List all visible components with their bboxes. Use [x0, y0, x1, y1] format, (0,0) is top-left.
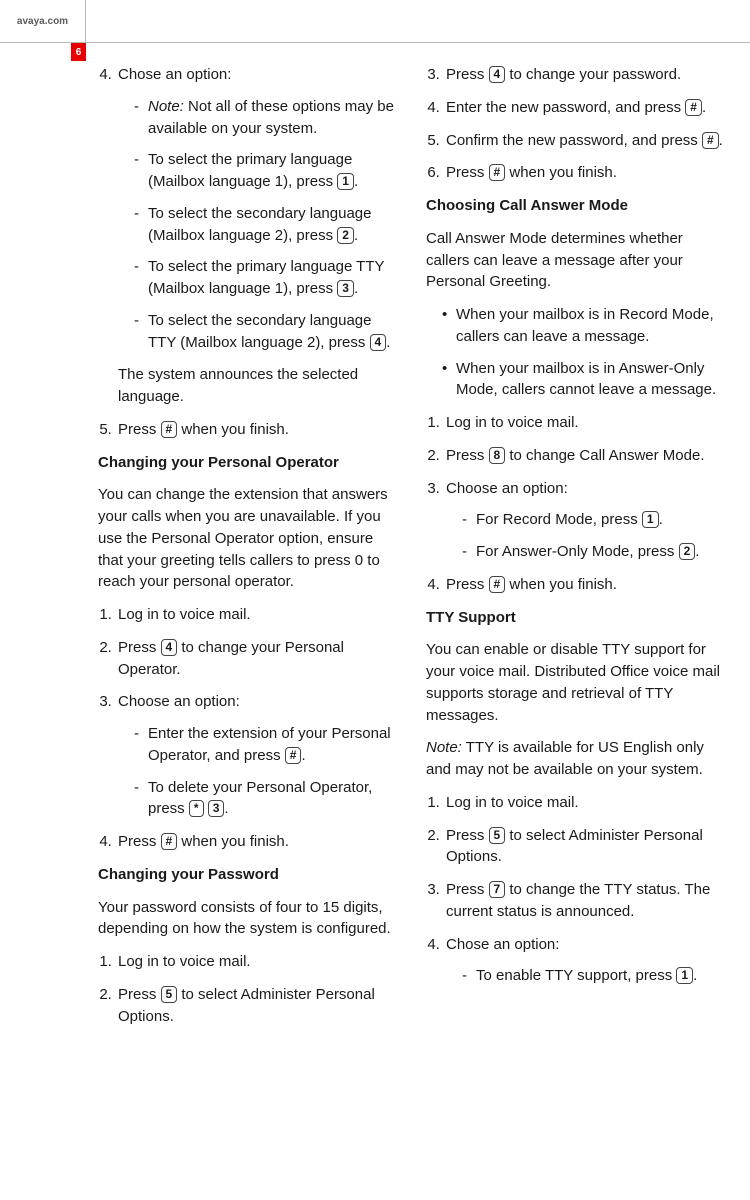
header-site-cell: avaya.com	[0, 0, 86, 43]
content-area: Chose an option: Note: Not all of these …	[0, 64, 750, 1184]
key-5-icon: 5	[489, 827, 506, 844]
key-5-icon: 5	[161, 986, 178, 1003]
tt-step-2: Press 5 to select Administer Personal Op…	[444, 825, 730, 869]
page-number: 6	[76, 47, 82, 58]
key-hash-icon: #	[489, 164, 506, 181]
ca-step-2: Press 8 to change Call Answer Mode.	[444, 445, 730, 467]
call-answer-desc: Call Answer Mode determines whether call…	[426, 228, 730, 293]
po-opt-enter-ext: Enter the extension of your Personal Ope…	[134, 723, 402, 767]
step-4-after: The system announces the selected langua…	[118, 364, 402, 408]
key-hash-icon: #	[702, 132, 719, 149]
key-hash-icon: #	[489, 576, 506, 593]
key-4-icon: 4	[161, 639, 178, 656]
key-8-icon: 8	[489, 447, 506, 464]
heading-personal-operator: Changing your Personal Operator	[98, 452, 402, 474]
password-desc: Your password consists of four to 15 dig…	[98, 897, 402, 941]
ca-step-4: Press # when you finish.	[444, 574, 730, 596]
key-3-icon: 3	[337, 280, 354, 297]
key-7-icon: 7	[489, 881, 506, 898]
heading-call-answer: Choosing Call Answer Mode	[426, 195, 730, 217]
manual-page: avaya.com 6 Chose an option: Note: Not a…	[0, 0, 750, 1200]
page-header: avaya.com	[0, 0, 750, 43]
note-body: TTY is available for US English only and…	[426, 739, 704, 778]
tt-opt-enable: To enable TTY support, press 1.	[462, 965, 730, 987]
tt-step-1: Log in to voice mail.	[444, 792, 730, 814]
po-step-4: Press # when you finish.	[116, 831, 402, 853]
opt-primary-tty: To select the primary language TTY (Mail…	[134, 256, 402, 300]
pw-step-1: Log in to voice mail.	[116, 951, 402, 973]
note-body: Not all of these options may be availabl…	[148, 98, 394, 137]
tty-steps: Log in to voice mail. Press 5 to select …	[426, 792, 730, 987]
key-1-icon: 1	[642, 511, 659, 528]
ca-bullet-record: When your mailbox is in Record Mode, cal…	[442, 304, 730, 348]
po-step-3-options: Enter the extension of your Personal Ope…	[118, 723, 402, 820]
key-hash-icon: #	[161, 421, 178, 438]
step-4-note: Note: Not all of these options may be av…	[134, 96, 402, 140]
pw-step-3: Press 4 to change your password.	[444, 64, 730, 86]
site-label: avaya.com	[17, 16, 68, 27]
column-left: Chose an option: Note: Not all of these …	[98, 64, 402, 1184]
call-answer-bullets: When your mailbox is in Record Mode, cal…	[426, 304, 730, 401]
ca-bullet-answeronly: When your mailbox is in Answer-Only Mode…	[442, 358, 730, 402]
key-star-icon: *	[189, 800, 204, 817]
page-number-badge: 6	[71, 43, 86, 61]
key-hash-icon: #	[685, 99, 702, 116]
ca-opt-record: For Record Mode, press 1.	[462, 509, 730, 531]
step-4: Chose an option: Note: Not all of these …	[116, 64, 402, 408]
step-4-lead: Chose an option:	[118, 66, 231, 83]
po-step-3: Choose an option: Enter the extension of…	[116, 691, 402, 820]
ca-step-3-options: For Record Mode, press 1. For Answer-Onl…	[446, 509, 730, 563]
ca-opt-answeronly: For Answer-Only Mode, press 2.	[462, 541, 730, 563]
tt-step-3: Press 7 to change the TTY status. The cu…	[444, 879, 730, 923]
tty-note: Note: TTY is available for US English on…	[426, 737, 730, 781]
po-opt-delete: To delete your Personal Operator, press …	[134, 777, 402, 821]
pw-step-6: Press # when you finish.	[444, 162, 730, 184]
key-1-icon: 1	[337, 173, 354, 190]
opt-primary-lang: To select the primary language (Mailbox …	[134, 149, 402, 193]
column-right: Press 4 to change your password. Enter t…	[426, 64, 730, 1184]
call-answer-steps: Log in to voice mail. Press 8 to change …	[426, 412, 730, 596]
ca-step-3: Choose an option: For Record Mode, press…	[444, 478, 730, 563]
note-prefix: Note:	[148, 98, 184, 115]
lang-steps-cont: Chose an option: Note: Not all of these …	[98, 64, 402, 441]
left-gutter	[0, 64, 98, 1184]
key-4-icon: 4	[370, 334, 387, 351]
key-1-icon: 1	[676, 967, 693, 984]
heading-tty: TTY Support	[426, 607, 730, 629]
personal-operator-desc: You can change the extension that answer…	[98, 484, 402, 593]
key-hash-icon: #	[161, 833, 178, 850]
opt-secondary-tty: To select the secondary language TTY (Ma…	[134, 310, 402, 354]
step-5: Press # when you finish.	[116, 419, 402, 441]
password-steps-cont: Press 4 to change your password. Enter t…	[426, 64, 730, 184]
key-2-icon: 2	[679, 543, 696, 560]
personal-operator-steps: Log in to voice mail. Press 4 to change …	[98, 604, 402, 853]
pw-step-2: Press 5 to select Administer Personal Op…	[116, 984, 402, 1028]
step-4-options: Note: Not all of these options may be av…	[118, 96, 402, 354]
opt-secondary-lang: To select the secondary language (Mailbo…	[134, 203, 402, 247]
heading-password: Changing your Password	[98, 864, 402, 886]
key-hash-icon: #	[285, 747, 302, 764]
note-prefix: Note:	[426, 739, 462, 756]
key-3-icon: 3	[208, 800, 225, 817]
ca-step-1: Log in to voice mail.	[444, 412, 730, 434]
key-4-icon: 4	[489, 66, 506, 83]
password-steps-start: Log in to voice mail. Press 5 to select …	[98, 951, 402, 1027]
key-2-icon: 2	[337, 227, 354, 244]
pw-step-4: Enter the new password, and press #.	[444, 97, 730, 119]
tt-step-4: Chose an option: To enable TTY support, …	[444, 934, 730, 988]
tty-desc: You can enable or disable TTY support fo…	[426, 639, 730, 726]
pw-step-5: Confirm the new password, and press #.	[444, 130, 730, 152]
tt-step-4-options: To enable TTY support, press 1.	[446, 965, 730, 987]
po-step-1: Log in to voice mail.	[116, 604, 402, 626]
po-step-2: Press 4 to change your Personal Operator…	[116, 637, 402, 681]
columns: Chose an option: Note: Not all of these …	[98, 64, 750, 1184]
